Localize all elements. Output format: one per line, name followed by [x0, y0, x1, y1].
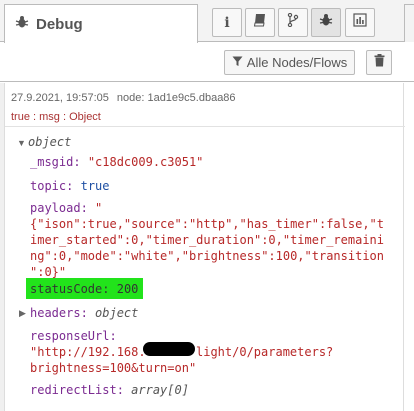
redirect-list-key: redirectList: [30, 383, 124, 397]
branch-icon [287, 12, 299, 32]
response-url-suffix[interactable]: light/0/parameters? [196, 344, 333, 360]
message-timestamp: 27.9.2021, 19:57:05 [11, 92, 109, 104]
expand-caret-right-icon[interactable]: ▶ [19, 308, 26, 319]
bug-icon [15, 15, 29, 34]
payload-key: payload: [30, 201, 88, 215]
message-divider [5, 126, 405, 127]
tab-overflow-edge [404, 4, 414, 42]
expand-caret-down-icon[interactable]: ▼ [17, 138, 26, 148]
status-code-key: statusCode: [30, 282, 110, 296]
chart-icon [353, 13, 367, 32]
filter-nodes-label: Alle Nodes/Flows [246, 55, 348, 70]
headers-row[interactable]: headers: object [30, 305, 138, 321]
status-code-value[interactable]: 200 [117, 282, 139, 296]
help-tab-button[interactable] [245, 8, 275, 37]
debug-tab-button[interactable] [311, 8, 341, 37]
response-url-key: responseUrl: [30, 329, 117, 343]
context-tab-button[interactable] [278, 8, 308, 37]
topic-value[interactable]: true [81, 179, 110, 193]
info-tab-button[interactable]: i [212, 8, 242, 37]
dashboard-tab-button[interactable] [345, 8, 375, 37]
redirect-list-row: redirectList: array[0] [30, 382, 189, 398]
message-metadata: 27.9.2021, 19:57:05 node: 1ad1e9c5.dbaa86 [11, 92, 236, 104]
clear-messages-button[interactable] [366, 50, 392, 75]
trash-icon [374, 53, 385, 72]
msgid-row: _msgid: "c18dc009.c3051" [30, 154, 203, 170]
redirect-list-value[interactable]: array[0] [131, 383, 189, 397]
msgid-key: _msgid: [30, 155, 81, 169]
sidebar-header: Debug i [0, 0, 414, 43]
headers-value: object [95, 306, 139, 320]
tab-debug-label: Debug [36, 15, 83, 33]
payload-line-1[interactable]: {"ison":true,"source":"http","has_timer"… [30, 216, 384, 232]
tab-debug[interactable]: Debug [4, 4, 198, 43]
filter-icon [232, 55, 247, 70]
message-node-id[interactable]: node: 1ad1e9c5.dbaa86 [117, 92, 236, 104]
redacted-ip-block [143, 342, 195, 356]
message-list-edge [403, 83, 404, 411]
filter-nodes-button[interactable]: Alle Nodes/Flows [224, 50, 355, 75]
info-icon: i [224, 14, 230, 31]
debug-toolbar: Alle Nodes/Flows [0, 43, 414, 82]
debug-message-list[interactable]: 27.9.2021, 19:57:05 node: 1ad1e9c5.dbaa86… [0, 83, 414, 411]
headers-key: headers: [30, 306, 88, 320]
response-url-prefix[interactable]: "http://192.168. [30, 344, 146, 360]
topic-row: topic: true [30, 178, 110, 194]
object-root-label[interactable]: object [28, 134, 71, 150]
payload-open-quote: " [95, 201, 103, 215]
topic-key: topic: [30, 179, 74, 193]
book-icon [253, 13, 267, 32]
message-path: true : msg : Object [11, 111, 101, 123]
status-code-row: statusCode: 200 [30, 281, 138, 297]
bug-icon [319, 13, 333, 32]
msgid-value[interactable]: "c18dc009.c3051" [88, 155, 204, 169]
payload-line-2[interactable]: imer_started":0,"timer_duration":0,"time… [30, 232, 384, 248]
message-gutter [0, 83, 5, 411]
response-url-line-2[interactable]: brightness=100&turn=on" [30, 360, 196, 376]
payload-line-3[interactable]: ng":0,"mode":"white","brightness":100,"t… [30, 248, 384, 264]
payload-row: payload: " [30, 200, 102, 216]
